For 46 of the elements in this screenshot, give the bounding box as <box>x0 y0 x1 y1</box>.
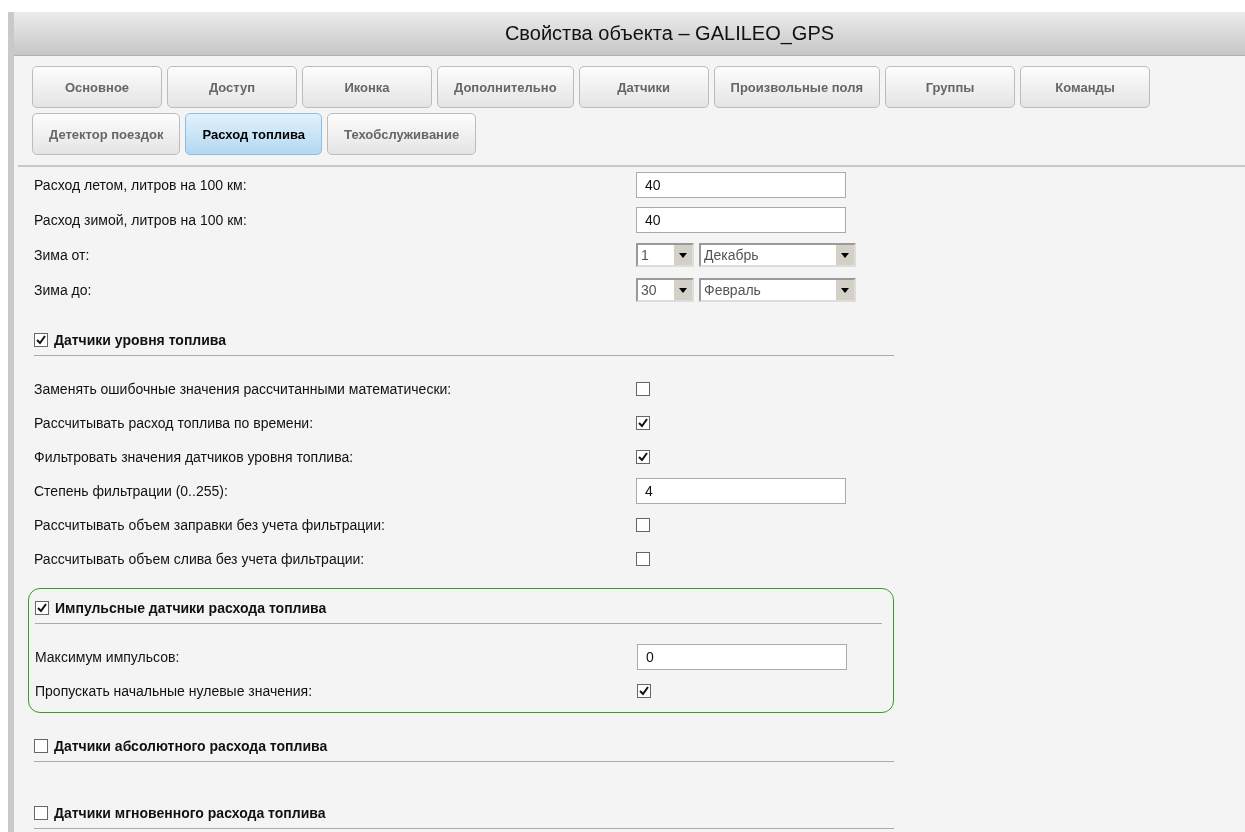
tab[interactable]: Иконка <box>302 66 432 108</box>
tab[interactable]: Детектор поездок <box>32 113 181 155</box>
field-label: Зима до: <box>34 281 93 298</box>
section-title: Импульсные датчики расхода топлива <box>55 600 327 616</box>
checkbox[interactable] <box>636 416 650 430</box>
checkbox[interactable] <box>637 684 651 698</box>
checkbox[interactable] <box>636 518 650 532</box>
checkbox[interactable] <box>636 450 650 464</box>
field-label: Степень фильтрации (0..255): <box>34 483 229 499</box>
input-field[interactable]: 4 <box>636 478 846 504</box>
window-title: Свойства объекта – GALILEO_GPS <box>504 22 835 45</box>
field-label: Рассчитывать расход топлива по времени: <box>34 415 315 431</box>
section-title: Датчики абсолютного расхода топлива <box>54 738 328 754</box>
checkbox[interactable] <box>35 601 49 615</box>
checkbox[interactable] <box>636 552 650 566</box>
input-field[interactable]: 40 <box>636 171 846 198</box>
dropdown[interactable]: Февраль <box>699 277 856 302</box>
tab[interactable]: Основное <box>32 66 162 108</box>
tab[interactable]: Доступ <box>167 66 297 108</box>
checkbox[interactable] <box>34 806 48 820</box>
field-label: Рассчитывать объем заправки без учета фильтрации: <box>34 517 386 533</box>
checkbox[interactable] <box>34 739 48 753</box>
tab[interactable]: Дополнительно <box>437 66 574 108</box>
field-label: Пропускать начальные нулевые значения: <box>35 683 314 699</box>
input-field[interactable]: 0 <box>637 644 847 670</box>
tab[interactable]: Произвольные поля <box>713 66 881 108</box>
field-label: Зима от: <box>34 246 91 263</box>
field-label: Фильтровать значения датчиков уровня топлива: <box>34 449 355 465</box>
tab[interactable]: Датчики <box>578 66 709 108</box>
tab[interactable]: Группы <box>885 66 1016 108</box>
input-field[interactable]: 40 <box>636 206 846 233</box>
checkbox[interactable] <box>636 382 650 396</box>
dropdown[interactable]: 1 <box>636 242 694 267</box>
dropdown[interactable]: 30 <box>636 277 694 302</box>
tab[interactable]: Команды <box>1020 66 1151 108</box>
checkbox[interactable] <box>34 333 48 347</box>
field-label: Расход зимой, литров на 100 км: <box>34 211 248 228</box>
field-label: Заменять ошибочные значения рассчитанными математически: <box>34 381 453 397</box>
tab[interactable]: Расход топлива <box>185 113 323 155</box>
field-label: Рассчитывать объем слива без учета фильтрации: <box>34 551 366 567</box>
field-label: Максимум импульсов: <box>35 649 181 665</box>
section-title: Датчики мгновенного расхода топлива <box>54 805 326 821</box>
dropdown[interactable]: Декабрь <box>699 242 856 267</box>
section-title: Датчики уровня топлива <box>54 332 227 348</box>
field-label: Расход летом, литров на 100 км: <box>34 176 248 193</box>
tab[interactable]: Техобслуживание <box>327 113 477 155</box>
